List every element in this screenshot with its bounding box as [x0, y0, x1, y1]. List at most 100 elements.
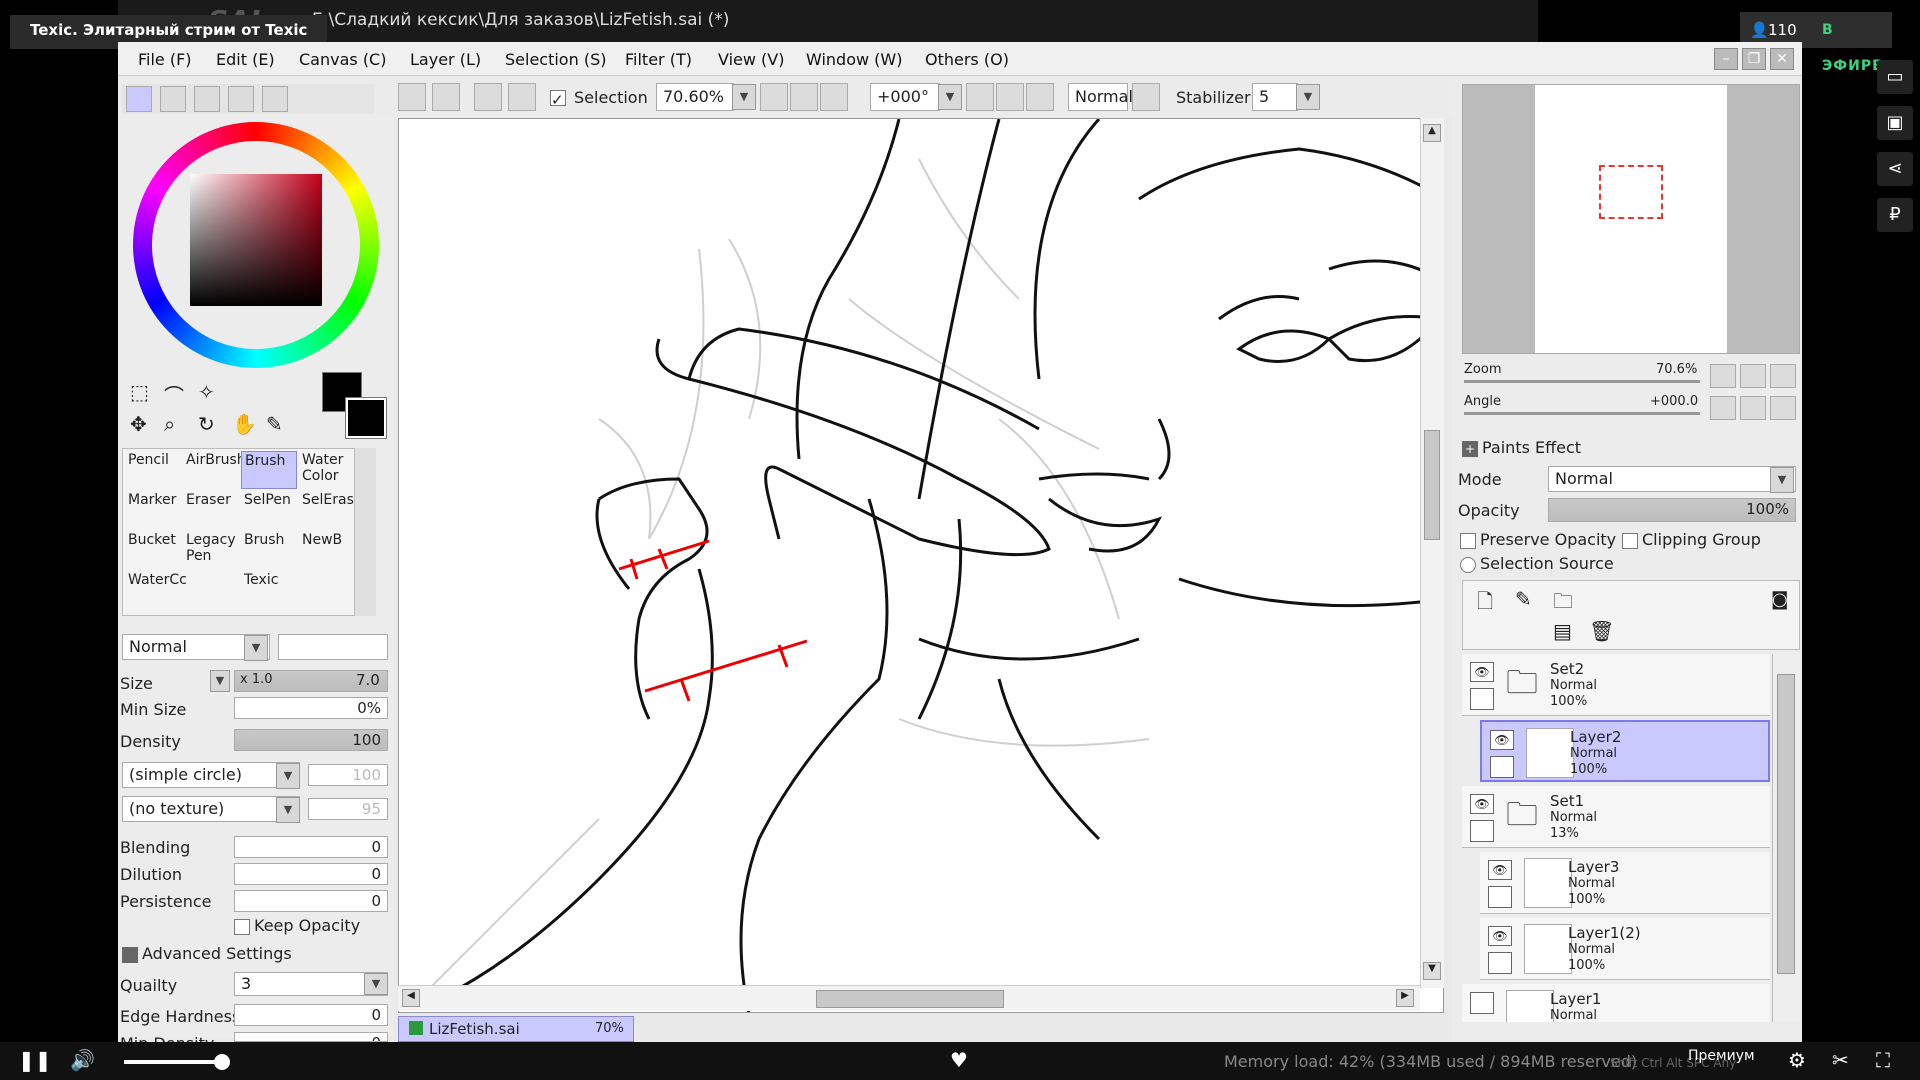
secondary-color-swatch[interactable]	[345, 397, 387, 439]
brush-texture-select[interactable]: (no texture)	[122, 796, 300, 822]
tool-13[interactable]: WaterCc	[125, 571, 187, 609]
tool-5[interactable]: Marker	[125, 491, 181, 529]
angle-field[interactable]: +000°	[870, 83, 940, 111]
heart-icon[interactable]: ♥	[950, 1048, 968, 1072]
selection-checkbox[interactable]: ✓	[550, 88, 570, 109]
blending-slider[interactable]: 0	[234, 836, 388, 858]
new-linework-layer-icon[interactable]: ✎	[1515, 587, 1532, 611]
zoom-icon[interactable]: ⌕	[164, 412, 175, 436]
brush-shape-strength[interactable]: 100	[308, 764, 388, 786]
layer-lock-box[interactable]	[1470, 688, 1494, 710]
tool-6[interactable]: Eraser	[183, 491, 239, 529]
visibility-eye-icon[interactable]: 👁	[1490, 730, 1514, 750]
layer-row[interactable]: 👁 🗀 Set1 Normal 13%	[1462, 786, 1770, 848]
settings-icon[interactable]: ⚙	[1788, 1048, 1806, 1072]
brush-shape-select[interactable]: (simple circle)	[122, 762, 300, 788]
rect-select-icon[interactable]: ⬚	[130, 380, 149, 404]
brush-shape-dropdown[interactable]: ▼	[276, 763, 300, 789]
close-button[interactable]: ✕	[1770, 48, 1794, 70]
vertical-scroll-thumb[interactable]	[1424, 430, 1440, 540]
tool-9[interactable]: Bucket	[125, 531, 181, 569]
visibility-eye-icon[interactable]: 👁	[1470, 794, 1494, 814]
blend-mode-field[interactable]: Normal	[1068, 83, 1133, 111]
horizontal-scroll-thumb[interactable]	[816, 990, 1004, 1008]
invert-selection-icon[interactable]	[508, 83, 536, 111]
zoom-in-icon[interactable]	[790, 83, 818, 111]
lasso-icon[interactable]: ⌒	[164, 380, 184, 409]
layers-scrollbar[interactable]	[1772, 654, 1800, 1022]
deselect-icon[interactable]	[474, 83, 502, 111]
menu-view[interactable]: View (V)	[718, 50, 784, 69]
volume-knob[interactable]	[214, 1054, 230, 1070]
layer-lock-box[interactable]	[1488, 886, 1512, 908]
chat-icon[interactable]: ▭	[1877, 60, 1913, 94]
zoom-field[interactable]: 70.60%	[656, 83, 734, 111]
file-tab[interactable]: LizFetish.sai 70%	[398, 1016, 634, 1042]
menu-filter[interactable]: Filter (T)	[625, 50, 692, 69]
layer-lock-box[interactable]	[1488, 952, 1512, 974]
brush-texture-strength[interactable]: 95	[308, 798, 388, 820]
delete-layer-icon[interactable]: 🗑	[1589, 619, 1614, 643]
selection-source[interactable]: Selection Source	[1460, 554, 1614, 573]
hsv-slider-tab[interactable]	[194, 86, 220, 112]
layer-row[interactable]: 👁 Layer1(2) Normal 100%	[1480, 918, 1770, 980]
quality-dropdown[interactable]: ▼	[364, 973, 388, 995]
tool-3[interactable]: Brush	[241, 451, 297, 489]
tool-12[interactable]: NewB	[299, 531, 355, 569]
zoom-reset-icon[interactable]	[820, 83, 848, 111]
redo-icon[interactable]	[432, 83, 460, 111]
nav-zoom-in-icon[interactable]	[1740, 364, 1766, 388]
layer-lock-box[interactable]	[1490, 756, 1514, 778]
layer-row[interactable]: 👁 Layer3 Normal 100%	[1480, 852, 1770, 914]
tool-7[interactable]: SelPen	[241, 491, 297, 529]
clear-layer-icon[interactable]: ▤	[1553, 619, 1572, 643]
nav-rotate-reset-icon[interactable]	[1770, 396, 1796, 420]
rotate-left-icon[interactable]	[966, 83, 994, 111]
layer-row[interactable]: 👁 🗀 Set2 Normal 100%	[1462, 654, 1770, 716]
navigator-viewport[interactable]	[1599, 165, 1663, 219]
menu-window[interactable]: Window (W)	[806, 50, 902, 69]
tool-10[interactable]: Legacy Pen	[183, 531, 239, 569]
navigator-preview[interactable]	[1462, 84, 1800, 354]
ruble-icon[interactable]: ₽	[1877, 198, 1913, 232]
tool-16[interactable]	[299, 571, 355, 609]
tool-1[interactable]: Pencil	[125, 451, 181, 489]
zoom-dropdown[interactable]: ▼	[732, 84, 756, 110]
tool-2[interactable]: AirBrush	[183, 451, 246, 489]
nav-angle-slider[interactable]	[1464, 412, 1700, 415]
share-icon[interactable]: ⋖	[1877, 152, 1913, 186]
advanced-settings-toggle[interactable]: Advanced Settings	[122, 944, 292, 963]
volume-icon[interactable]: 🔊	[70, 1048, 95, 1072]
canvas-horizontal-scrollbar[interactable]: ◀ ▶	[398, 985, 1420, 1011]
stabilizer-field[interactable]: 5	[1252, 83, 1298, 111]
tool-11[interactable]: Brush	[241, 531, 297, 569]
preserve-opacity[interactable]: Preserve Opacity	[1460, 530, 1616, 549]
stabilizer-dropdown[interactable]: ▼	[1296, 84, 1320, 110]
brush-texture-dropdown[interactable]: ▼	[276, 797, 300, 823]
eyedropper-icon[interactable]: ✎	[266, 412, 283, 436]
menu-layer[interactable]: Layer (L)	[410, 50, 481, 69]
rotate-right-icon[interactable]	[996, 83, 1024, 111]
nav-rotate-left-icon[interactable]	[1710, 396, 1736, 420]
layer-row[interactable]: Layer1 Normal	[1462, 984, 1770, 1022]
density-slider[interactable]: 100	[234, 729, 388, 751]
rotate-icon[interactable]: ↻	[198, 412, 215, 436]
maximize-button[interactable]: ❐	[1742, 48, 1766, 70]
scroll-up-icon[interactable]: ▲	[1423, 124, 1441, 142]
edge-hardness-slider[interactable]: 0	[234, 1004, 388, 1026]
scroll-down-icon[interactable]: ▼	[1423, 962, 1441, 980]
menu-selection[interactable]: Selection (S)	[505, 50, 606, 69]
magic-wand-icon[interactable]: ✧	[198, 380, 215, 404]
visibility-eye-icon[interactable]: 👁	[1470, 662, 1494, 682]
layer-mode-select[interactable]: Normal	[1548, 466, 1796, 492]
nav-zoom-slider[interactable]	[1464, 380, 1700, 383]
rotate-reset-icon[interactable]	[1026, 83, 1054, 111]
brush-shape-presets[interactable]	[278, 634, 388, 660]
rgb-slider-tab[interactable]	[160, 86, 186, 112]
paints-effect-toggle[interactable]: + Paints Effect	[1462, 438, 1581, 457]
tool-4[interactable]: Water Color	[299, 451, 355, 489]
angle-dropdown[interactable]: ▼	[938, 84, 962, 110]
tool-15[interactable]: Texic	[241, 571, 297, 609]
layer-mask-icon[interactable]: ◙	[1771, 589, 1788, 610]
pause-icon[interactable]: ❚❚	[18, 1048, 52, 1072]
